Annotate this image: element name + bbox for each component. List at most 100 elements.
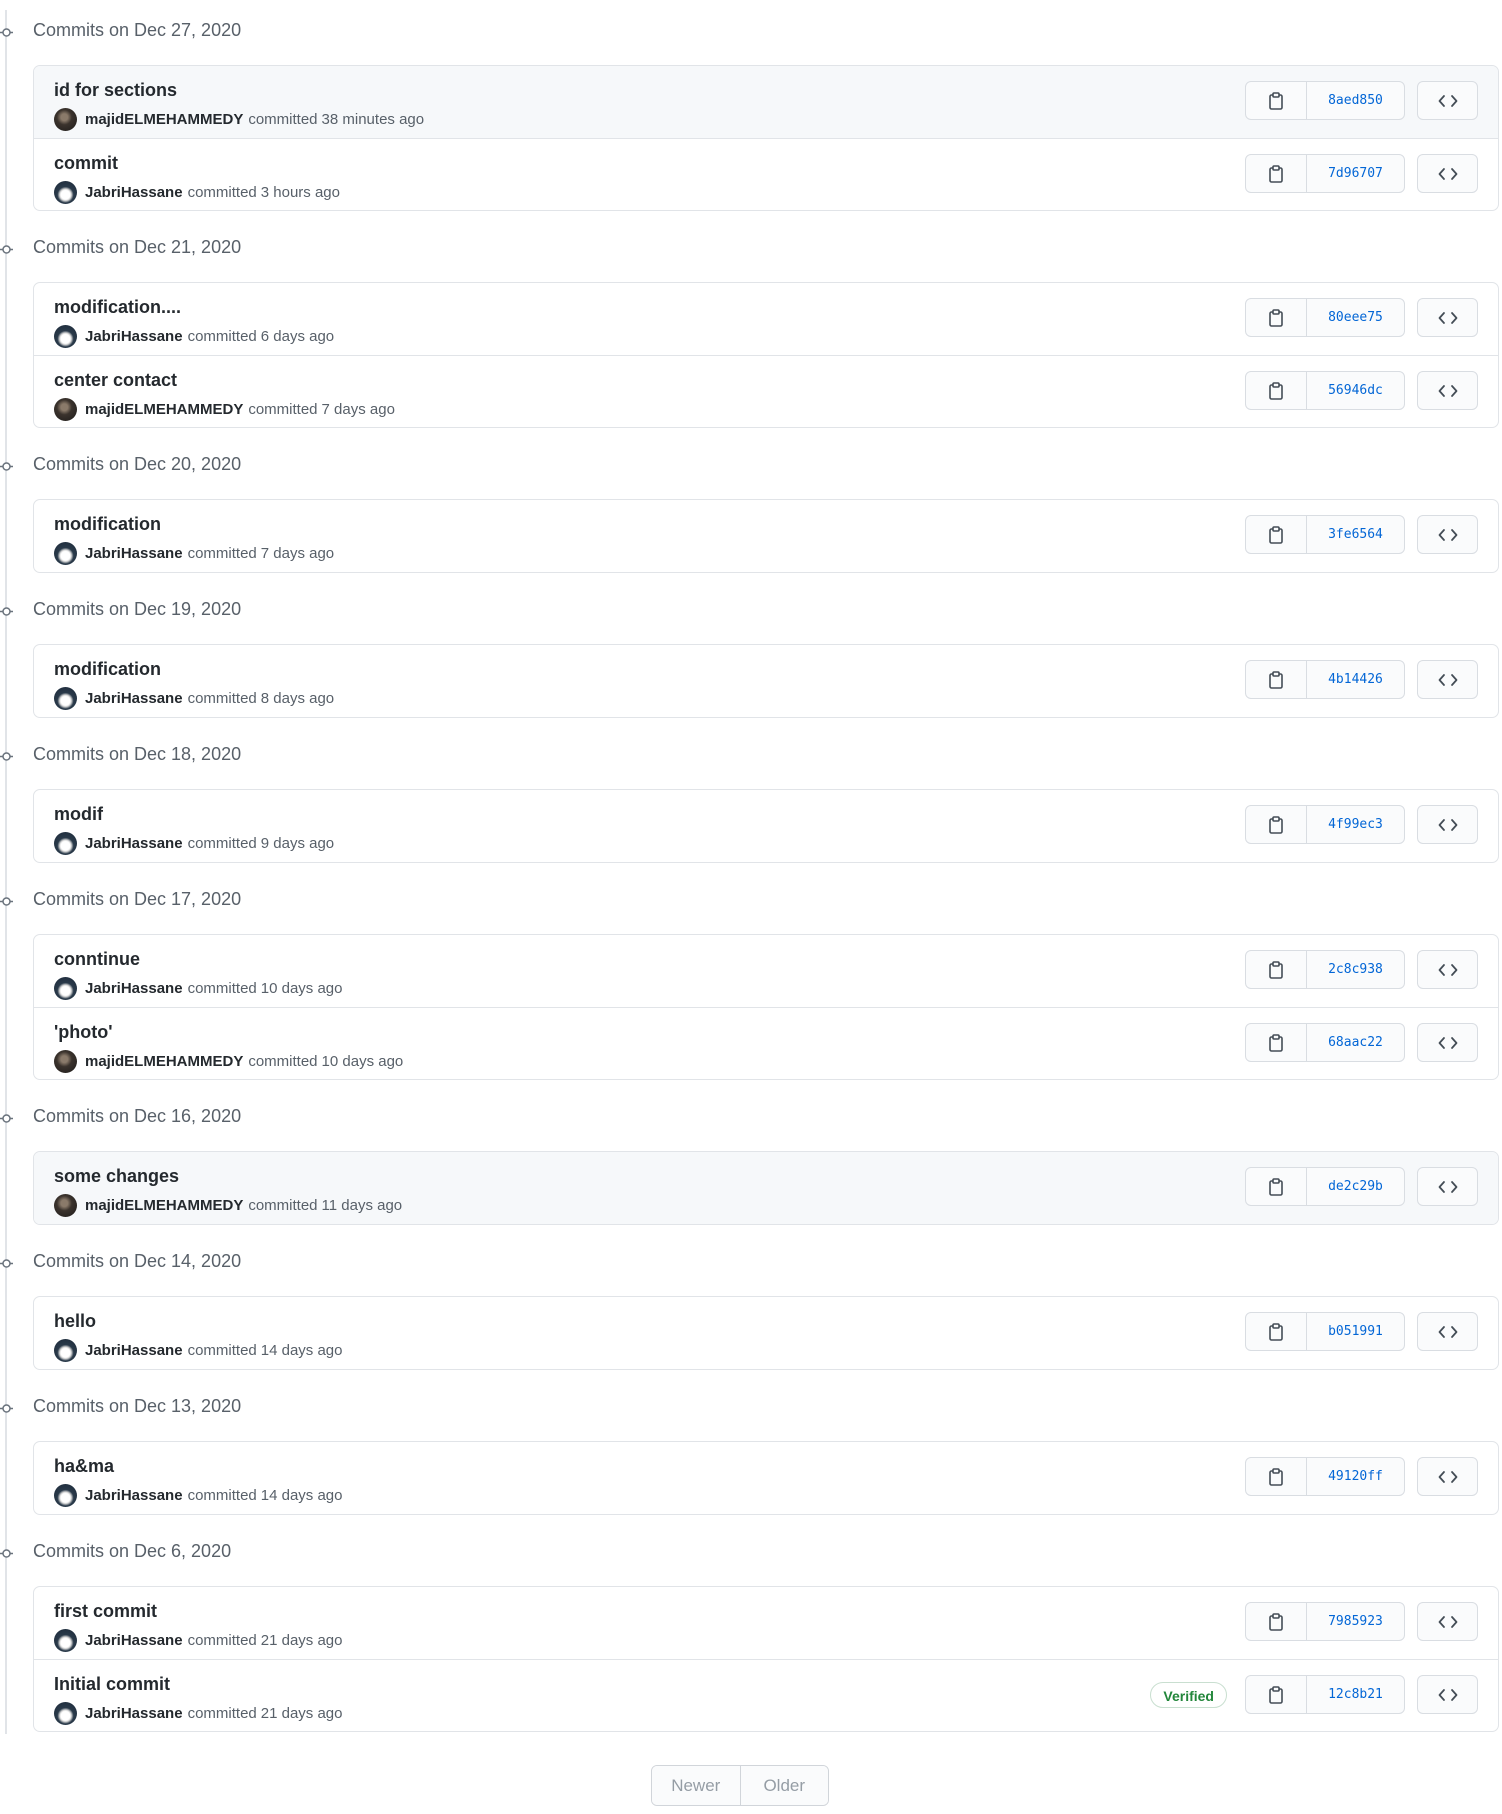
copy-sha-button[interactable] xyxy=(1246,1603,1307,1640)
browse-repo-button[interactable] xyxy=(1417,298,1478,337)
browse-repo-button[interactable] xyxy=(1417,1675,1478,1714)
commit-group: Commits on Dec 16, 2020 some changes majid… xyxy=(0,1092,1502,1233)
verified-badge[interactable]: Verified xyxy=(1150,1682,1227,1708)
commit-sha-link[interactable]: 4f99ec3 xyxy=(1307,806,1404,843)
avatar[interactable] xyxy=(54,1049,77,1073)
copy-sha-button[interactable] xyxy=(1246,299,1307,336)
commit-author[interactable]: JabriHassane xyxy=(85,690,183,707)
commit-author[interactable]: JabriHassane xyxy=(85,184,183,201)
avatar[interactable] xyxy=(54,1483,77,1507)
commit-message[interactable]: conntinue xyxy=(54,949,140,970)
commit-author[interactable]: JabriHassane xyxy=(85,545,183,562)
clipboard-icon xyxy=(1268,91,1284,110)
commit-message[interactable]: id for sections xyxy=(54,80,177,101)
browse-repo-button[interactable] xyxy=(1417,1023,1478,1062)
copy-sha-button[interactable] xyxy=(1246,1458,1307,1495)
avatar[interactable] xyxy=(54,397,77,421)
copy-sha-button[interactable] xyxy=(1246,82,1307,119)
commit-row: center contact majidELMEHAMMEDY committed 7… xyxy=(34,355,1498,427)
commit-sha-link[interactable]: 49120ff xyxy=(1307,1458,1404,1495)
browse-repo-button[interactable] xyxy=(1417,1312,1478,1351)
copy-sha-button[interactable] xyxy=(1246,1313,1307,1350)
commit-author[interactable]: majidELMEHAMMEDY xyxy=(85,401,243,418)
commit-author[interactable]: JabriHassane xyxy=(85,328,183,345)
avatar[interactable] xyxy=(54,1628,77,1652)
older-button[interactable]: Older xyxy=(739,1766,828,1805)
commit-message[interactable]: hello xyxy=(54,1311,96,1332)
commit-sha-link[interactable]: 80eee75 xyxy=(1307,299,1404,336)
commit-author[interactable]: JabriHassane xyxy=(85,1342,183,1359)
copy-sha-button[interactable] xyxy=(1246,1168,1307,1205)
sha-button-group: 4b14426 xyxy=(1245,660,1405,699)
commit-message[interactable]: first commit xyxy=(54,1601,157,1622)
browse-repo-button[interactable] xyxy=(1417,154,1478,193)
copy-sha-button[interactable] xyxy=(1246,806,1307,843)
commit-message[interactable]: modif xyxy=(54,804,103,825)
avatar[interactable] xyxy=(54,324,77,348)
commit-sha-link[interactable]: de2c29b xyxy=(1307,1168,1404,1205)
copy-sha-button[interactable] xyxy=(1246,661,1307,698)
group-date: Commits on Dec 14, 2020 xyxy=(33,1251,242,1271)
commit-sha-link[interactable]: 12c8b21 xyxy=(1307,1676,1404,1713)
copy-sha-button[interactable] xyxy=(1246,372,1307,409)
browse-repo-button[interactable] xyxy=(1417,1457,1478,1496)
commit-message[interactable]: Initial commit xyxy=(54,1674,170,1695)
commit-sha-link[interactable]: 3fe6564 xyxy=(1307,516,1404,553)
avatar[interactable] xyxy=(54,107,77,131)
avatar[interactable] xyxy=(54,831,77,855)
commit-message[interactable]: center contact xyxy=(54,370,177,391)
avatar[interactable] xyxy=(54,1193,77,1217)
copy-sha-button[interactable] xyxy=(1246,951,1307,988)
commit-message[interactable]: ha&ma xyxy=(54,1456,114,1477)
commit-time: 10 days ago xyxy=(321,1052,404,1070)
commit-author[interactable]: JabriHassane xyxy=(85,1487,183,1504)
commit-message[interactable]: some changes xyxy=(54,1166,179,1187)
avatar[interactable] xyxy=(54,1338,77,1362)
copy-sha-button[interactable] xyxy=(1246,1024,1307,1061)
group-header: Commits on Dec 27, 2020 xyxy=(0,6,1200,46)
commit-author[interactable]: JabriHassane xyxy=(85,1632,183,1649)
commit-message[interactable]: modification.... xyxy=(54,297,181,318)
copy-sha-button[interactable] xyxy=(1246,1676,1307,1713)
commit-sha-link[interactable]: 56946dc xyxy=(1307,372,1404,409)
commit-author[interactable]: JabriHassane xyxy=(85,980,183,997)
commit-author[interactable]: majidELMEHAMMEDY xyxy=(85,1197,243,1214)
commit-author[interactable]: majidELMEHAMMEDY xyxy=(85,1053,243,1070)
commit-author[interactable]: JabriHassane xyxy=(85,835,183,852)
browse-repo-button[interactable] xyxy=(1417,950,1478,989)
sha-button-group: 3fe6564 xyxy=(1245,515,1405,554)
browse-repo-button[interactable] xyxy=(1417,1167,1478,1206)
commit-sha-link[interactable]: b051991 xyxy=(1307,1313,1404,1350)
browse-repo-button[interactable] xyxy=(1417,371,1478,410)
avatar[interactable] xyxy=(54,686,77,710)
browse-repo-button[interactable] xyxy=(1417,805,1478,844)
avatar[interactable] xyxy=(54,1701,77,1725)
commit-row: hello JabriHassane committed 14 days ago b05… xyxy=(34,1297,1498,1369)
commit-message[interactable]: modification xyxy=(54,514,161,535)
commit-sha-link[interactable]: 8aed850 xyxy=(1307,82,1404,119)
commit-message[interactable]: modification xyxy=(54,659,161,680)
avatar[interactable] xyxy=(54,541,77,565)
sha-button-group: 4f99ec3 xyxy=(1245,805,1405,844)
commit-sha-link[interactable]: 4b14426 xyxy=(1307,661,1404,698)
browse-repo-button[interactable] xyxy=(1417,515,1478,554)
browse-repo-button[interactable] xyxy=(1417,1602,1478,1641)
commit-meta: JabriHassane committed 3 hours ago xyxy=(54,180,340,204)
commit-message[interactable]: 'photo' xyxy=(54,1022,113,1043)
browse-repo-button[interactable] xyxy=(1417,660,1478,699)
commit-sha-link[interactable]: 68aac22 xyxy=(1307,1024,1404,1061)
commit-message[interactable]: commit xyxy=(54,153,118,174)
newer-button[interactable]: Newer xyxy=(652,1766,740,1805)
avatar[interactable] xyxy=(54,180,77,204)
commit-author[interactable]: JabriHassane xyxy=(85,1705,183,1722)
browse-repo-button[interactable] xyxy=(1417,81,1478,120)
copy-sha-button[interactable] xyxy=(1246,155,1307,192)
avatar[interactable] xyxy=(54,976,77,1000)
commit-author[interactable]: majidELMEHAMMEDY xyxy=(85,111,243,128)
group-header: Commits on Dec 18, 2020 xyxy=(0,730,1200,770)
commit-sha-link[interactable]: 7d96707 xyxy=(1307,155,1404,192)
copy-sha-button[interactable] xyxy=(1246,516,1307,553)
commit-sha-link[interactable]: 2c8c938 xyxy=(1307,951,1404,988)
commit-sha-link[interactable]: 7985923 xyxy=(1307,1603,1404,1640)
group-header: Commits on Dec 14, 2020 xyxy=(0,1237,1200,1277)
